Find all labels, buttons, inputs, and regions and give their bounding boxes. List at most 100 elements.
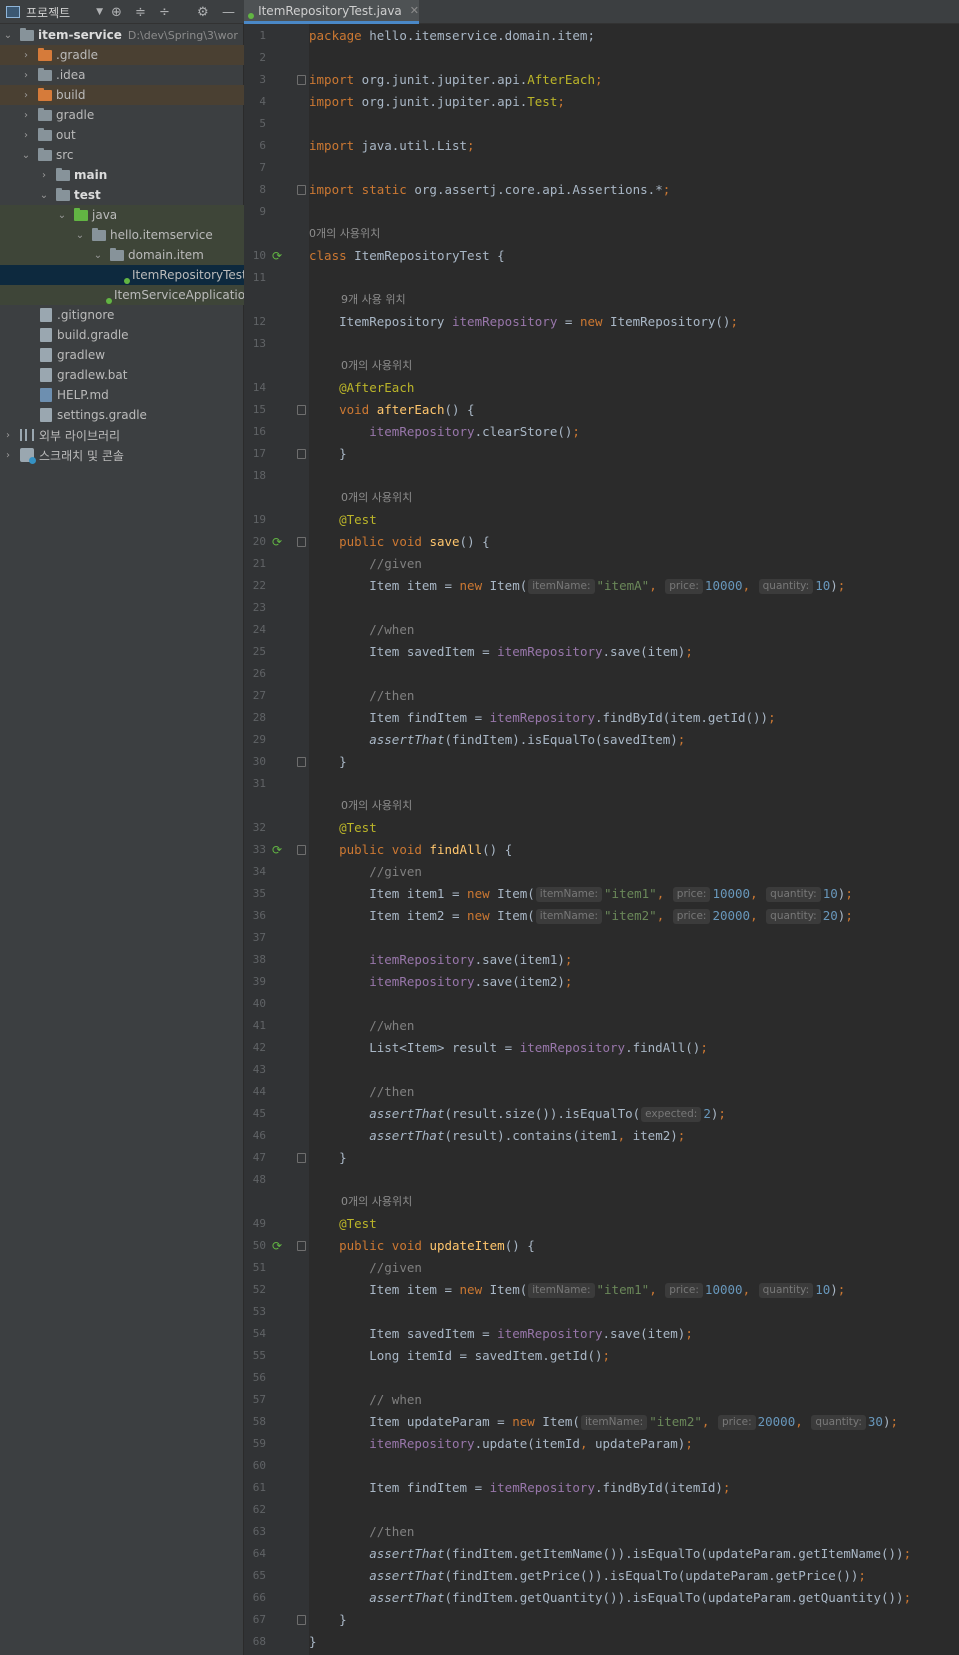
line-number: 51 xyxy=(252,1261,266,1274)
code-text: Item item = new Item(itemName: "item1", p… xyxy=(309,1282,846,1298)
line-number: 7 xyxy=(259,161,266,174)
code-text: Item findItem = itemRepository.findById(… xyxy=(309,710,776,725)
code-text: public void findAll() { xyxy=(339,842,513,857)
gear-icon: ⚙ xyxy=(197,4,209,20)
line-number: 44 xyxy=(252,1085,266,1098)
code-text: // when xyxy=(369,1392,422,1407)
usage-count-hint[interactable]: 0개의 사용위치 xyxy=(341,355,412,377)
code-text: //when xyxy=(369,1018,415,1033)
usage-count-hint[interactable]: 0개의 사용위치 xyxy=(309,223,380,245)
code-text: } xyxy=(309,446,347,461)
line-number: 60 xyxy=(252,1459,266,1472)
code-line: 26 xyxy=(0,663,959,685)
usage-count-hint[interactable]: 0개의 사용위치 xyxy=(341,795,412,817)
fold-marker-icon[interactable] xyxy=(297,1153,306,1163)
line-number: 34 xyxy=(252,865,266,878)
code-line: 56 xyxy=(0,1367,959,1389)
usage-hint: 0개의 사용위치 xyxy=(0,1191,959,1213)
code-line: 59 itemRepository.update(itemId, updateP… xyxy=(0,1433,959,1455)
code-text: } xyxy=(309,1612,347,1627)
fold-marker-icon[interactable] xyxy=(297,845,306,855)
code-text: void afterEach() { xyxy=(339,402,475,417)
code-text: package hello.itemservice.domain.item; xyxy=(309,28,595,43)
expand-all-button[interactable]: ≑ xyxy=(135,3,146,21)
run-test-icon[interactable]: ⟳ xyxy=(272,843,286,857)
code-line: 2 xyxy=(0,47,959,69)
code-line: 6 import java.util.List; xyxy=(0,135,959,157)
line-number: 12 xyxy=(252,315,266,328)
line-number: 4 xyxy=(259,95,266,108)
usage-hint: 0개의 사용위치 xyxy=(0,795,959,817)
code-text: Item updateParam = new Item(itemName: "it… xyxy=(309,1414,898,1430)
fold-marker-icon[interactable] xyxy=(297,1241,306,1251)
locate-file-button[interactable]: ⊕ xyxy=(111,3,122,21)
tab-itemrepositorytest[interactable]: ItemRepositoryTest.java ✕ xyxy=(244,0,419,24)
run-test-icon[interactable]: ⟳ xyxy=(272,535,286,549)
tab-label: ItemRepositoryTest.java xyxy=(258,3,402,18)
fold-marker-icon[interactable] xyxy=(297,537,306,547)
hide-panel-button[interactable]: — xyxy=(222,3,235,21)
code-line: 18 xyxy=(0,465,959,487)
code-line: 50 ⟳ public void updateItem() { xyxy=(0,1235,959,1257)
code-line: 10 ⟳ class ItemRepositoryTest { xyxy=(0,245,959,267)
fold-marker-icon[interactable] xyxy=(297,185,306,195)
usage-count-hint[interactable]: 9개 사용 위치 xyxy=(341,289,406,311)
code-line: 1 package hello.itemservice.domain.item; xyxy=(0,25,959,47)
code-line: 49 @Test xyxy=(0,1213,959,1235)
fold-marker-icon[interactable] xyxy=(297,757,306,767)
collapse-all-button[interactable]: ÷ xyxy=(159,3,170,21)
run-test-icon[interactable]: ⟳ xyxy=(272,249,286,263)
code-line: 38 itemRepository.save(item1); xyxy=(0,949,959,971)
line-number: 54 xyxy=(252,1327,266,1340)
code-line: 15 void afterEach() { xyxy=(0,399,959,421)
usage-count-hint[interactable]: 0개의 사용위치 xyxy=(341,1191,412,1213)
code-line: 46 assertThat(result).contains(item1, it… xyxy=(0,1125,959,1147)
line-number: 49 xyxy=(252,1217,266,1230)
settings-button[interactable]: ⚙ xyxy=(197,3,209,21)
line-number: 33 xyxy=(252,843,266,856)
project-view-icon xyxy=(6,6,20,18)
line-number: 56 xyxy=(252,1371,266,1384)
line-number: 11 xyxy=(252,271,266,284)
fold-marker-icon[interactable] xyxy=(297,1615,306,1625)
code-line: 33 ⟳ public void findAll() { xyxy=(0,839,959,861)
line-number: 31 xyxy=(252,777,266,790)
code-text: //given xyxy=(369,864,422,879)
code-line: 47 } xyxy=(0,1147,959,1169)
code-line: 7 xyxy=(0,157,959,179)
fold-marker-icon[interactable] xyxy=(297,405,306,415)
code-text: //then xyxy=(369,688,415,703)
usage-hint: 0개의 사용위치 xyxy=(0,223,959,245)
code-text: import java.util.List; xyxy=(309,138,475,153)
line-number: 64 xyxy=(252,1547,266,1560)
close-icon[interactable]: ✕ xyxy=(410,4,419,17)
line-number: 22 xyxy=(252,579,266,592)
code-line: 11 xyxy=(0,267,959,289)
code-text: public void updateItem() { xyxy=(339,1238,535,1253)
code-line: 30 } xyxy=(0,751,959,773)
code-text: class ItemRepositoryTest { xyxy=(309,248,505,263)
code-text: @Test xyxy=(339,512,377,527)
code-line: 25 Item savedItem = itemRepository.save(… xyxy=(0,641,959,663)
fold-marker-icon[interactable] xyxy=(297,449,306,459)
run-test-icon[interactable]: ⟳ xyxy=(272,1239,286,1253)
code-line: 55 Long itemId = savedItem.getId(); xyxy=(0,1345,959,1367)
code-line: 61 Item findItem = itemRepository.findBy… xyxy=(0,1477,959,1499)
fold-marker-icon[interactable] xyxy=(297,75,306,85)
line-number: 21 xyxy=(252,557,266,570)
line-number: 58 xyxy=(252,1415,266,1428)
code-line: 23 xyxy=(0,597,959,619)
code-text: import static org.assertj.core.api.Asser… xyxy=(309,182,671,197)
line-number: 3 xyxy=(259,73,266,86)
code-line: 63 //then xyxy=(0,1521,959,1543)
line-number: 52 xyxy=(252,1283,266,1296)
project-view-selector[interactable]: 프로젝트 ▼ xyxy=(6,3,103,21)
code-line: 12 ItemRepository itemRepository = new I… xyxy=(0,311,959,333)
code-text: assertThat(result.size()).isEqualTo(expe… xyxy=(369,1106,726,1122)
line-number: 50 xyxy=(252,1239,266,1252)
code-text: @AfterEach xyxy=(339,380,415,395)
line-number: 30 xyxy=(252,755,266,768)
code-text: } xyxy=(309,754,347,769)
line-number: 9 xyxy=(259,205,266,218)
usage-count-hint[interactable]: 0개의 사용위치 xyxy=(341,487,412,509)
